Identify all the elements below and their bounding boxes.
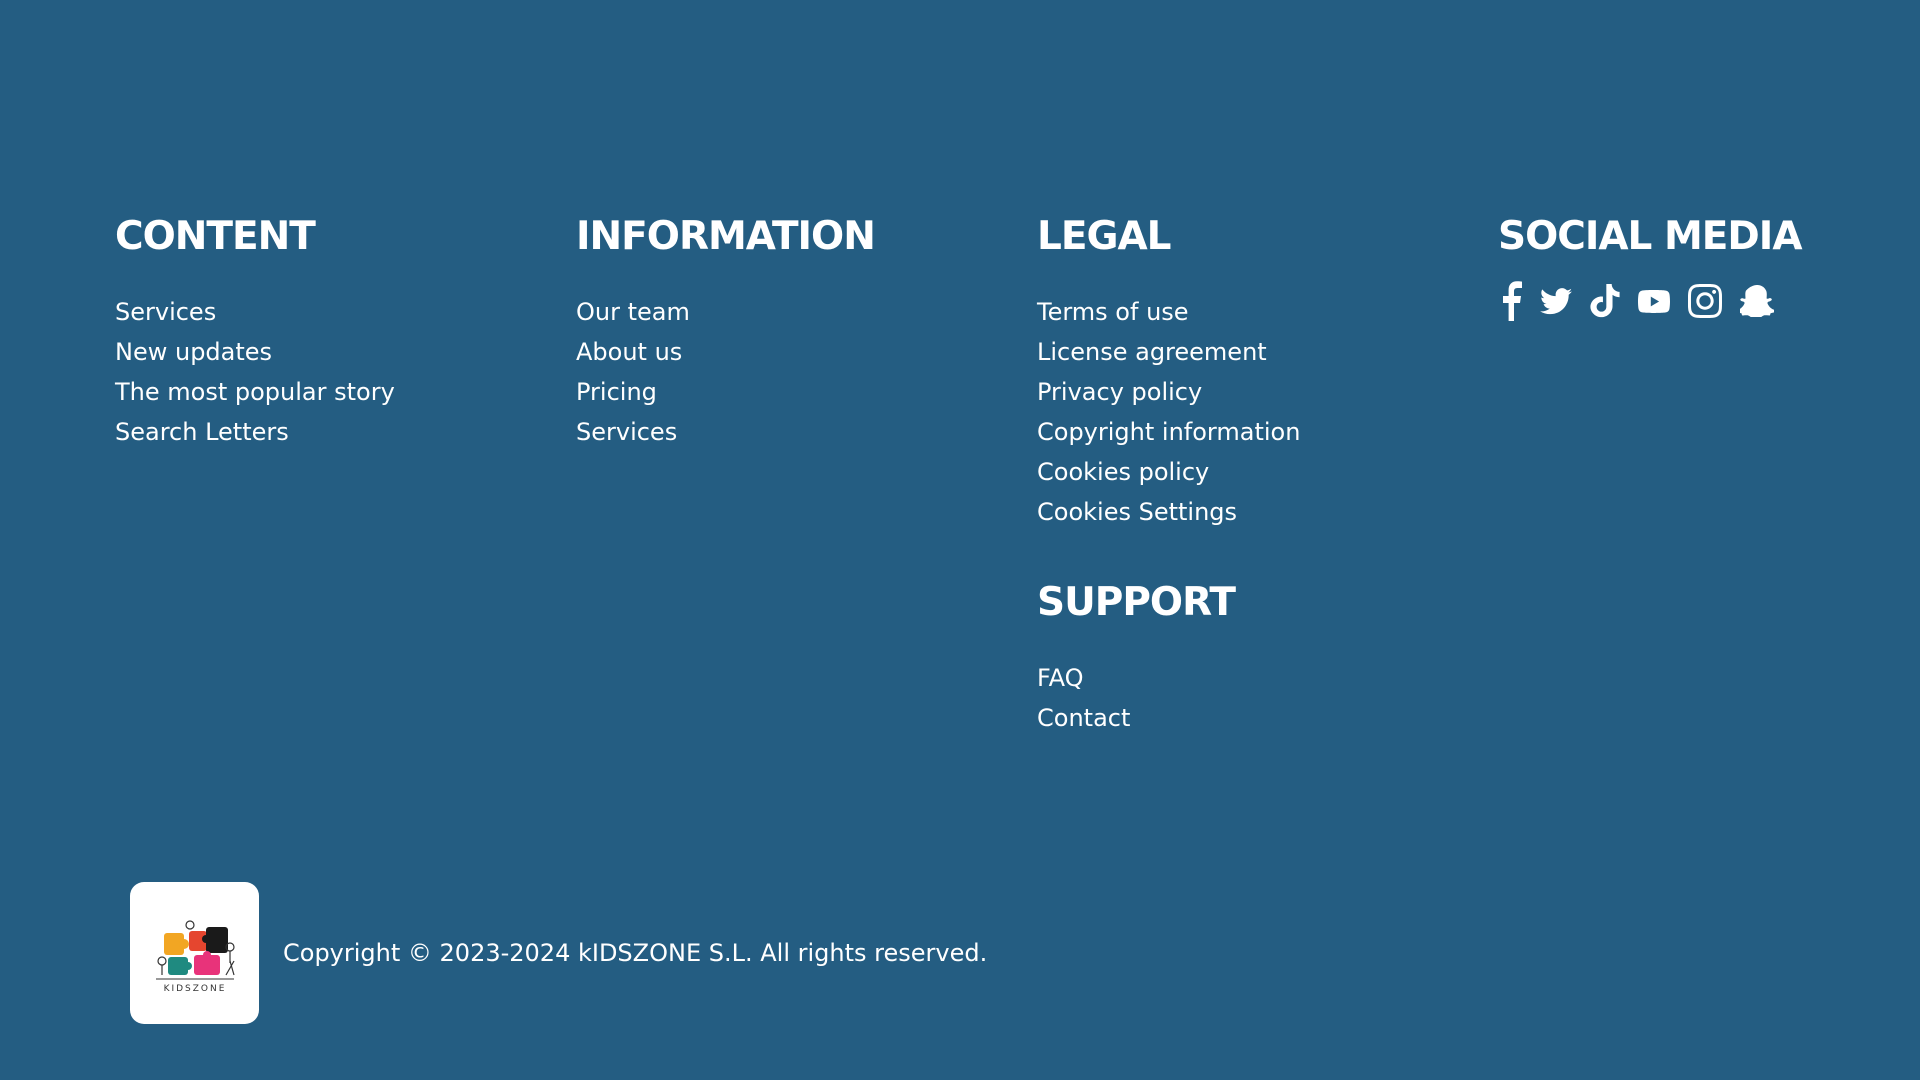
link-our-team[interactable]: Our team [576, 298, 690, 326]
link-cookies-policy[interactable]: Cookies policy [1037, 458, 1209, 486]
link-services-info[interactable]: Services [576, 418, 677, 446]
social-heading: SOCIAL MEDIA [1498, 214, 1803, 259]
kidszone-logo[interactable]: KIDSZONE [130, 882, 259, 1024]
information-column: INFORMATION Our team About us Pricing Se… [576, 208, 876, 452]
support-links: FAQ Contact [1037, 658, 1300, 738]
youtube-icon[interactable] [1638, 279, 1670, 323]
footer-bottom-bar: KIDSZONE Copyright © 2023-2024 kIDSZONE … [130, 882, 987, 1024]
content-heading: CONTENT [115, 214, 316, 259]
kidszone-logo-graphic: KIDSZONE [156, 919, 235, 994]
support-section: SUPPORT FAQ Contact [1037, 574, 1300, 738]
copyright-text: Copyright © 2023-2024 kIDSZONE S.L. All … [283, 939, 988, 967]
information-heading: INFORMATION [576, 214, 876, 259]
link-cookies-settings[interactable]: Cookies Settings [1037, 498, 1237, 526]
link-search-letters[interactable]: Search Letters [115, 418, 289, 446]
twitter-icon[interactable] [1540, 279, 1572, 323]
tiktok-icon[interactable] [1590, 279, 1620, 323]
link-most-popular-story[interactable]: The most popular story [115, 378, 395, 406]
social-icons [1498, 276, 1802, 326]
link-terms-of-use[interactable]: Terms of use [1037, 298, 1189, 326]
legal-column: LEGAL Terms of use License agreement Pri… [1037, 208, 1300, 738]
support-heading: SUPPORT [1037, 580, 1236, 625]
link-privacy-policy[interactable]: Privacy policy [1037, 378, 1202, 406]
link-contact[interactable]: Contact [1037, 704, 1130, 732]
social-column: SOCIAL MEDIA [1498, 208, 1803, 326]
link-about-us[interactable]: About us [576, 338, 682, 366]
link-license-agreement[interactable]: License agreement [1037, 338, 1267, 366]
legal-heading: LEGAL [1037, 214, 1172, 259]
legal-links: Terms of use License agreement Privacy p… [1037, 292, 1300, 532]
footer-columns: CONTENT Services New updates The most po… [115, 208, 1815, 768]
link-copyright-information[interactable]: Copyright information [1037, 418, 1300, 446]
instagram-icon[interactable] [1688, 279, 1722, 323]
facebook-icon[interactable] [1498, 279, 1522, 323]
link-pricing[interactable]: Pricing [576, 378, 657, 406]
link-new-updates[interactable]: New updates [115, 338, 272, 366]
snapchat-icon[interactable] [1740, 279, 1774, 323]
content-column: CONTENT Services New updates The most po… [115, 208, 395, 452]
information-links: Our team About us Pricing Services [576, 292, 875, 452]
content-links: Services New updates The most popular st… [115, 292, 395, 452]
logo-text: KIDSZONE [164, 984, 227, 994]
link-services[interactable]: Services [115, 298, 216, 326]
link-faq[interactable]: FAQ [1037, 664, 1084, 692]
